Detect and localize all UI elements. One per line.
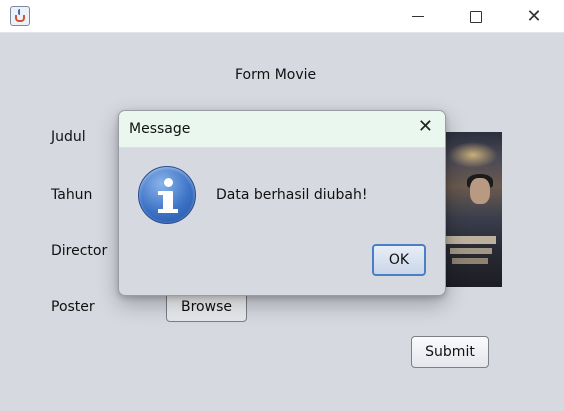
- browse-button[interactable]: Browse: [166, 292, 247, 322]
- close-icon: ✕: [526, 5, 542, 27]
- poster-label: Poster: [51, 299, 95, 315]
- minimize-icon: [412, 16, 424, 17]
- message-dialog: Message ✕ Data berhasil diubah! OK: [118, 110, 446, 296]
- submit-button[interactable]: Submit: [411, 336, 489, 368]
- info-icon: [138, 166, 196, 224]
- maximize-icon: [470, 10, 482, 23]
- dialog-message: Data berhasil diubah!: [216, 187, 368, 203]
- java-app-icon: [10, 6, 30, 26]
- poster-image: [440, 132, 502, 287]
- dialog-title: Message: [129, 121, 191, 137]
- judul-label: Judul: [51, 129, 86, 145]
- maximize-button[interactable]: [453, 0, 499, 33]
- form-title: Form Movie: [235, 67, 317, 83]
- director-label: Director: [51, 243, 108, 259]
- window-close-button[interactable]: ✕: [511, 0, 557, 33]
- ok-button[interactable]: OK: [372, 244, 426, 276]
- minimize-button[interactable]: [395, 0, 441, 33]
- dialog-close-icon[interactable]: ✕: [418, 118, 433, 136]
- window-titlebar: ✕: [0, 0, 564, 33]
- dialog-titlebar: Message ✕: [119, 111, 445, 148]
- tahun-label: Tahun: [51, 187, 93, 203]
